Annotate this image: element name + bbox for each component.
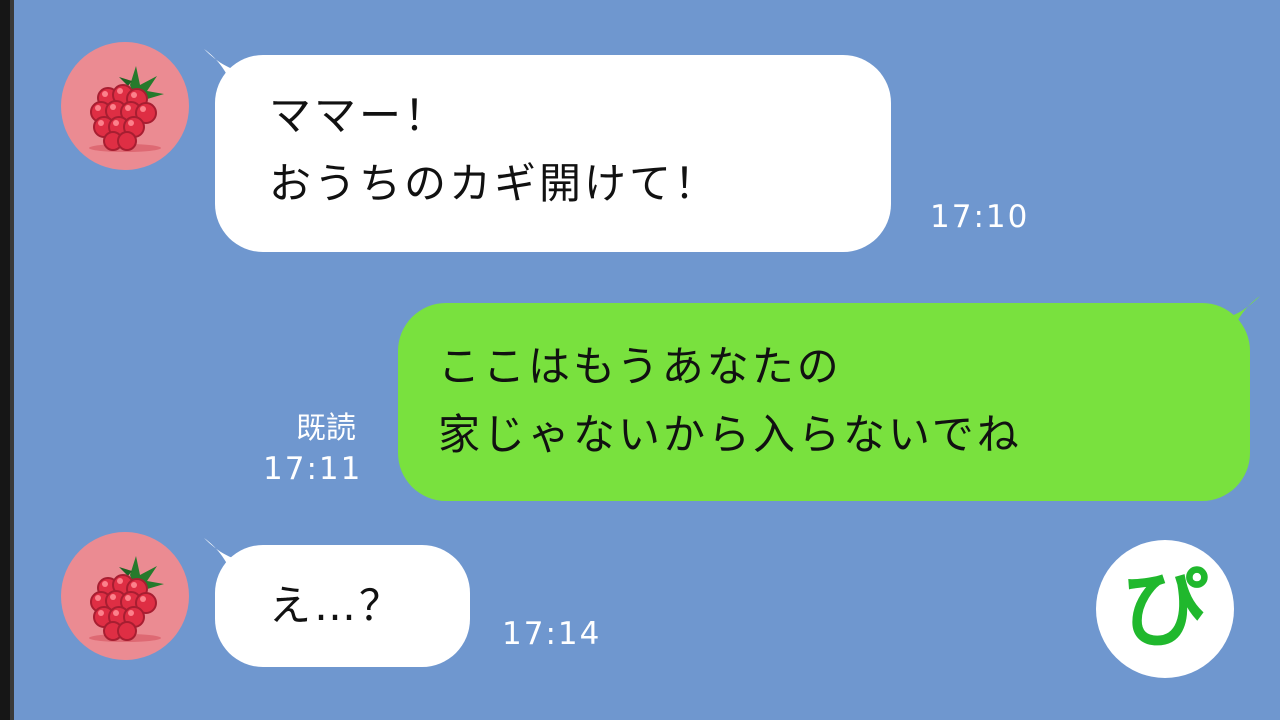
phone-frame-edge xyxy=(0,0,14,720)
incoming-message-1[interactable]: ママー！ おうちのカギ開けて！ xyxy=(215,55,891,252)
message-time: 17:14 xyxy=(502,616,602,652)
message-line: ここはもうあなたの xyxy=(438,342,842,391)
message-line: え…？ xyxy=(269,581,405,630)
chat-area[interactable]: ママー！ おうちのカギ開けて！ 17:10 ここはもうあなたの 家じゃないから入… xyxy=(14,0,1280,720)
message-line: ママー！ xyxy=(269,91,450,140)
message-line: 家じゃないから入らないでね xyxy=(438,410,1022,459)
sender-avatar-1[interactable] xyxy=(61,42,189,170)
sender-avatar-2[interactable] xyxy=(61,532,189,660)
message-time: 17:10 xyxy=(930,199,1030,235)
incoming-message-2[interactable]: え…？ xyxy=(215,545,470,667)
message-time: 17:11 xyxy=(263,451,363,487)
pi-logo-button[interactable]: ぴ xyxy=(1096,540,1234,678)
message-line: おうちのカギ開けて！ xyxy=(269,159,720,208)
outgoing-message[interactable]: ここはもうあなたの 家じゃないから入らないでね xyxy=(398,303,1250,501)
read-receipt: 既読 xyxy=(296,411,356,446)
pi-logo-icon: ぴ xyxy=(1122,559,1208,659)
raspberry-icon xyxy=(89,556,164,642)
raspberry-icon xyxy=(89,66,164,152)
